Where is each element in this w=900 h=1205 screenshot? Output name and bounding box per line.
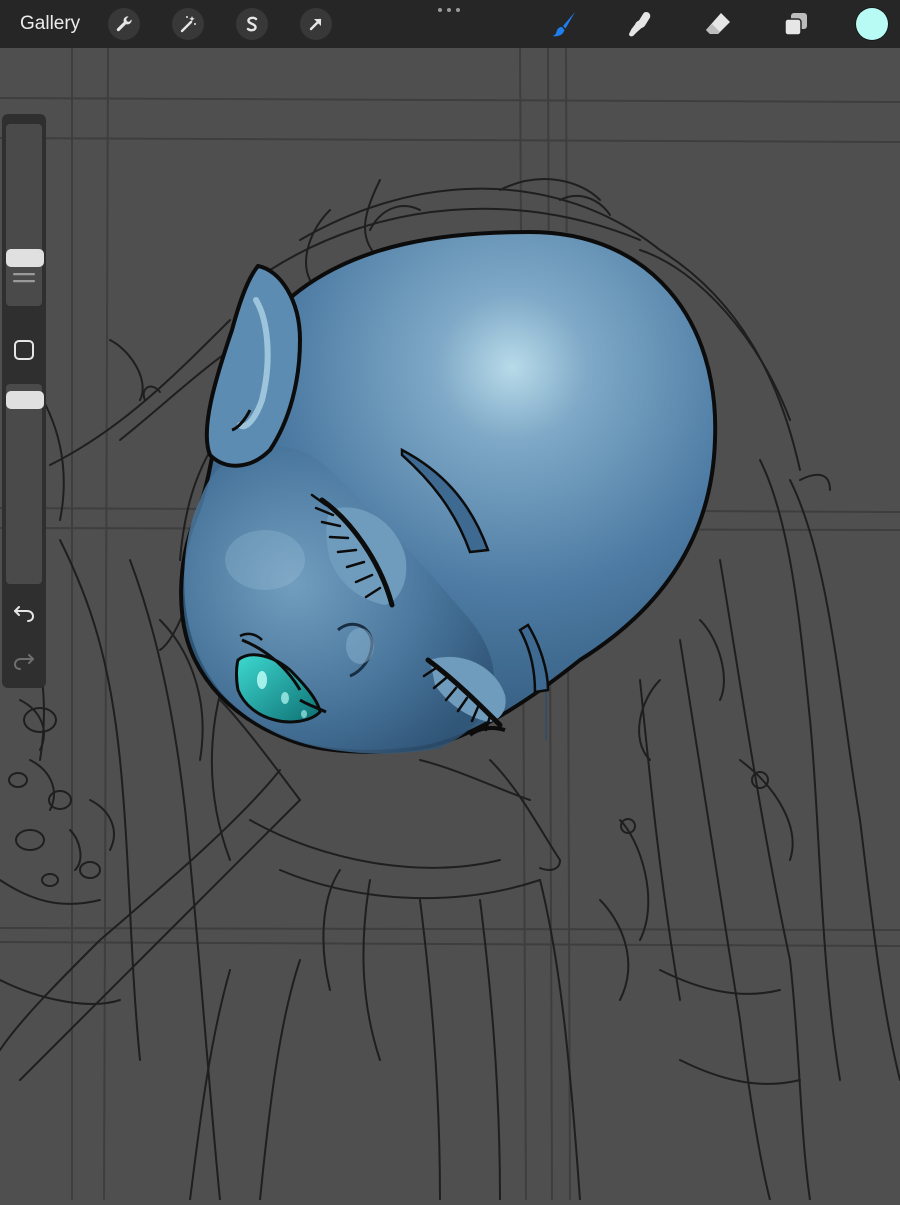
artwork (0, 47, 900, 1201)
brush-icon (552, 12, 575, 37)
wrench-icon (116, 16, 132, 32)
eraser-icon (706, 13, 730, 34)
modify-button[interactable] (12, 338, 36, 362)
selection-icon (246, 16, 258, 32)
smudge-tool-button[interactable] (622, 6, 658, 42)
redo-icon (13, 654, 34, 670)
adjustments-button[interactable] (172, 8, 204, 40)
redo-button[interactable] (12, 648, 36, 672)
character-head (179, 229, 718, 754)
undo-icon (14, 606, 35, 622)
opacity-slider-handle[interactable] (6, 391, 44, 410)
brush-size-grip-icon (12, 266, 36, 290)
opacity-slider-track[interactable] (6, 384, 42, 584)
top-toolbar: Gallery (0, 0, 900, 48)
smudge-finger-icon (629, 12, 651, 37)
brush-tool-button[interactable] (546, 6, 582, 42)
left-sidebar (2, 114, 46, 688)
transform-arrow-icon (309, 18, 322, 31)
layers-icon (784, 13, 807, 36)
undo-button[interactable] (12, 600, 36, 624)
brush-size-slider-handle[interactable] (6, 248, 44, 267)
transform-button[interactable] (300, 8, 332, 40)
drawing-canvas[interactable] (0, 47, 900, 1201)
selection-button[interactable] (236, 8, 268, 40)
magic-wand-icon (180, 16, 196, 33)
actions-button[interactable] (108, 8, 140, 40)
layers-button[interactable] (778, 6, 814, 42)
square-icon (14, 340, 34, 360)
gallery-button[interactable]: Gallery (20, 12, 80, 36)
color-picker-swatch[interactable] (856, 8, 888, 40)
eraser-tool-button[interactable] (700, 6, 736, 42)
more-options-icon[interactable] (438, 8, 460, 12)
